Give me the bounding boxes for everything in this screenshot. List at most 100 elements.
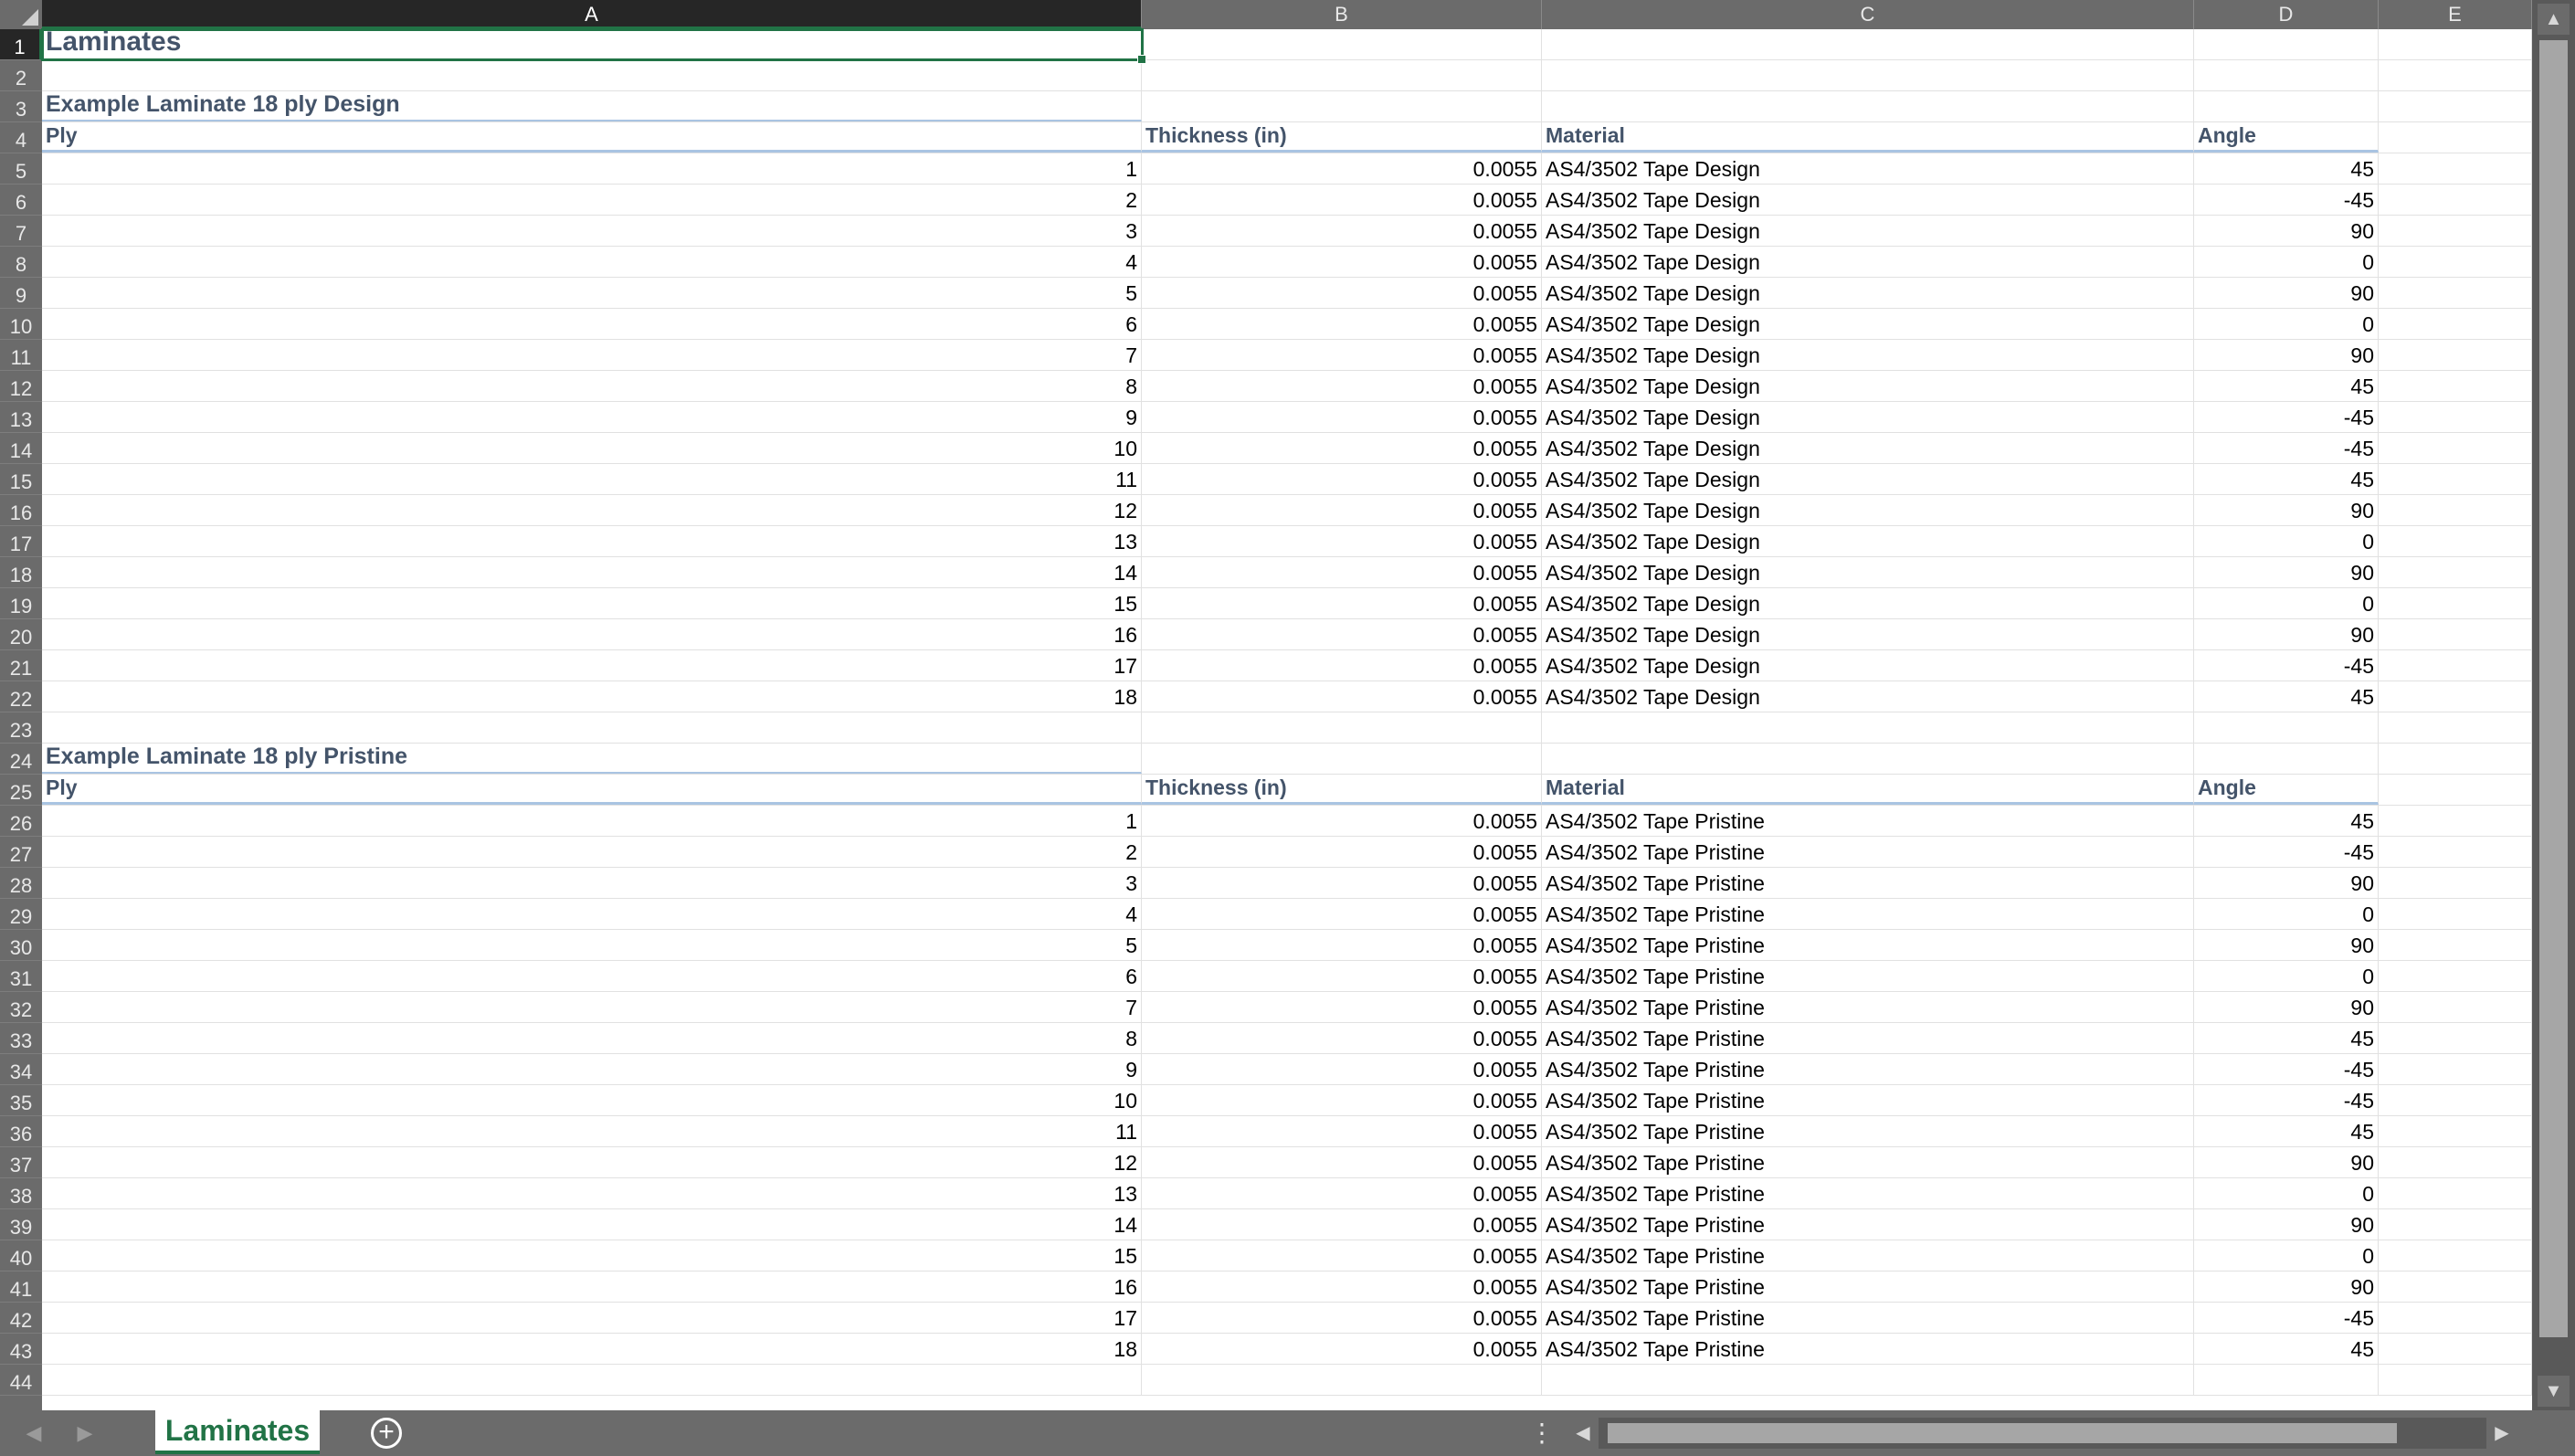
- cell-b30[interactable]: 0.0055: [1142, 930, 1542, 960]
- cell-a10[interactable]: 6: [42, 309, 1142, 339]
- row-header-28[interactable]: 28: [0, 868, 42, 899]
- cell-d25[interactable]: Angle: [2194, 775, 2379, 805]
- cell-b3[interactable]: [1142, 91, 1542, 121]
- cell-c44[interactable]: [1542, 1365, 2194, 1395]
- cell-c15[interactable]: AS4/3502 Tape Design: [1542, 464, 2194, 494]
- cell-b25[interactable]: Thickness (in): [1142, 775, 1542, 805]
- cell-a3[interactable]: Example Laminate 18 ply Design: [42, 91, 1142, 121]
- column-header-b[interactable]: B: [1142, 0, 1542, 29]
- cell-b19[interactable]: 0.0055: [1142, 588, 1542, 618]
- cell-b42[interactable]: 0.0055: [1142, 1303, 1542, 1333]
- row-header-4[interactable]: 4: [0, 122, 42, 153]
- cell-b29[interactable]: 0.0055: [1142, 899, 1542, 929]
- cell-e40[interactable]: [2379, 1240, 2532, 1271]
- cell-a25[interactable]: Ply: [42, 775, 1142, 805]
- cell-e41[interactable]: [2379, 1271, 2532, 1302]
- cell-c35[interactable]: AS4/3502 Tape Pristine: [1542, 1085, 2194, 1115]
- cell-d26[interactable]: 45: [2194, 806, 2379, 836]
- cell-e32[interactable]: [2379, 992, 2532, 1022]
- cell-e16[interactable]: [2379, 495, 2532, 525]
- cell-d14[interactable]: -45: [2194, 433, 2379, 463]
- row-header-19[interactable]: 19: [0, 588, 42, 619]
- cell-c2[interactable]: [1542, 60, 2194, 90]
- cell-e15[interactable]: [2379, 464, 2532, 494]
- cell-a35[interactable]: 10: [42, 1085, 1142, 1115]
- row-header-25[interactable]: 25: [0, 775, 42, 806]
- cell-e10[interactable]: [2379, 309, 2532, 339]
- cell-d22[interactable]: 45: [2194, 681, 2379, 712]
- cell-e14[interactable]: [2379, 433, 2532, 463]
- cell-a7[interactable]: 3: [42, 216, 1142, 246]
- cell-c5[interactable]: AS4/3502 Tape Design: [1542, 153, 2194, 184]
- row-header-37[interactable]: 37: [0, 1147, 42, 1178]
- cell-e24[interactable]: [2379, 744, 2532, 774]
- triangle-left-icon[interactable]: ◀: [20, 1419, 47, 1447]
- cell-e23[interactable]: [2379, 712, 2532, 743]
- cell-c29[interactable]: AS4/3502 Tape Pristine: [1542, 899, 2194, 929]
- cell-e39[interactable]: [2379, 1209, 2532, 1240]
- cell-e18[interactable]: [2379, 557, 2532, 587]
- cell-b5[interactable]: 0.0055: [1142, 153, 1542, 184]
- cell-e20[interactable]: [2379, 619, 2532, 649]
- vertical-scrollbar[interactable]: ▲ ▼: [2532, 0, 2575, 1410]
- cell-d3[interactable]: [2194, 91, 2379, 121]
- plus-circle-icon[interactable]: +: [371, 1418, 402, 1449]
- cell-b44[interactable]: [1142, 1365, 1542, 1395]
- cell-b22[interactable]: 0.0055: [1142, 681, 1542, 712]
- cell-a21[interactable]: 17: [42, 650, 1142, 681]
- cell-c30[interactable]: AS4/3502 Tape Pristine: [1542, 930, 2194, 960]
- cell-c14[interactable]: AS4/3502 Tape Design: [1542, 433, 2194, 463]
- cell-b17[interactable]: 0.0055: [1142, 526, 1542, 556]
- cell-b24[interactable]: [1142, 744, 1542, 774]
- triangle-up-icon[interactable]: ▲: [2538, 4, 2570, 35]
- cell-e5[interactable]: [2379, 153, 2532, 184]
- row-header-12[interactable]: 12: [0, 371, 42, 402]
- cell-a23[interactable]: [42, 712, 1142, 743]
- cell-a41[interactable]: 16: [42, 1271, 1142, 1302]
- cell-e19[interactable]: [2379, 588, 2532, 618]
- row-header-17[interactable]: 17: [0, 526, 42, 557]
- cell-d41[interactable]: 90: [2194, 1271, 2379, 1302]
- cell-b20[interactable]: 0.0055: [1142, 619, 1542, 649]
- cell-d33[interactable]: 45: [2194, 1023, 2379, 1053]
- cell-b1[interactable]: [1142, 29, 1542, 59]
- row-header-32[interactable]: 32: [0, 992, 42, 1023]
- cell-b18[interactable]: 0.0055: [1142, 557, 1542, 587]
- cell-a1[interactable]: Laminates: [42, 26, 1142, 59]
- cell-a12[interactable]: 8: [42, 371, 1142, 401]
- row-header-20[interactable]: 20: [0, 619, 42, 650]
- cell-d35[interactable]: -45: [2194, 1085, 2379, 1115]
- row-header-13[interactable]: 13: [0, 402, 42, 433]
- cell-b35[interactable]: 0.0055: [1142, 1085, 1542, 1115]
- cell-a17[interactable]: 13: [42, 526, 1142, 556]
- cell-c34[interactable]: AS4/3502 Tape Pristine: [1542, 1054, 2194, 1084]
- row-header-5[interactable]: 5: [0, 153, 42, 185]
- row-header-38[interactable]: 38: [0, 1178, 42, 1209]
- row-header-16[interactable]: 16: [0, 495, 42, 526]
- row-header-11[interactable]: 11: [0, 340, 42, 371]
- cell-d32[interactable]: 90: [2194, 992, 2379, 1022]
- cell-a39[interactable]: 14: [42, 1209, 1142, 1240]
- row-header-34[interactable]: 34: [0, 1054, 42, 1085]
- row-header-22[interactable]: 22: [0, 681, 42, 712]
- cell-d1[interactable]: [2194, 29, 2379, 59]
- cell-b37[interactable]: 0.0055: [1142, 1147, 1542, 1177]
- cell-a19[interactable]: 15: [42, 588, 1142, 618]
- cell-c41[interactable]: AS4/3502 Tape Pristine: [1542, 1271, 2194, 1302]
- row-header-42[interactable]: 42: [0, 1303, 42, 1334]
- cell-c7[interactable]: AS4/3502 Tape Design: [1542, 216, 2194, 246]
- cell-a20[interactable]: 16: [42, 619, 1142, 649]
- cell-e44[interactable]: [2379, 1365, 2532, 1395]
- cell-e28[interactable]: [2379, 868, 2532, 898]
- cell-a9[interactable]: 5: [42, 278, 1142, 308]
- cell-d19[interactable]: 0: [2194, 588, 2379, 618]
- row-header-40[interactable]: 40: [0, 1240, 42, 1271]
- cell-b34[interactable]: 0.0055: [1142, 1054, 1542, 1084]
- cell-e8[interactable]: [2379, 247, 2532, 277]
- cell-b41[interactable]: 0.0055: [1142, 1271, 1542, 1302]
- row-header-29[interactable]: 29: [0, 899, 42, 930]
- cell-d40[interactable]: 0: [2194, 1240, 2379, 1271]
- cell-d7[interactable]: 90: [2194, 216, 2379, 246]
- horizontal-scroll-thumb[interactable]: [1608, 1423, 2397, 1443]
- cell-d8[interactable]: 0: [2194, 247, 2379, 277]
